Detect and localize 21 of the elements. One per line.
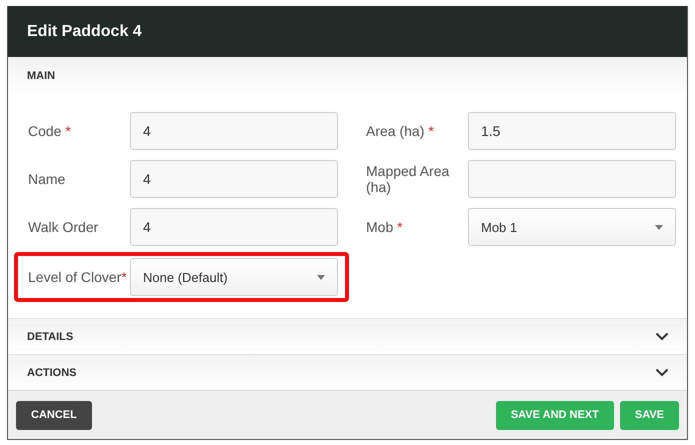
input-field[interactable] xyxy=(468,160,676,198)
field-label: Mob * xyxy=(366,219,404,235)
section-title: DETAILS xyxy=(27,330,74,342)
input-field[interactable]: 4 xyxy=(130,208,338,246)
cancel-button[interactable]: CANCEL xyxy=(16,400,92,430)
field-label: Walk Order xyxy=(28,219,100,235)
dropdown[interactable]: Mob 1 xyxy=(468,208,676,246)
field-label: Name xyxy=(28,171,66,187)
caret-icon xyxy=(317,274,325,280)
input-field[interactable]: 1.5 xyxy=(468,112,676,150)
section-title: ACTIONS xyxy=(27,366,76,378)
field-label: Level of Clover* xyxy=(28,269,128,285)
field-label: Code * xyxy=(28,123,72,139)
caret-icon xyxy=(655,224,663,230)
field-label: Mapped Area (ha) xyxy=(366,163,450,195)
input-field[interactable]: 4 xyxy=(130,160,338,198)
dropdown[interactable]: None (Default) xyxy=(130,258,338,296)
dialog-title: Edit Paddock 4 xyxy=(27,22,142,40)
input-field[interactable]: 4 xyxy=(130,112,338,150)
field-label: Area (ha) * xyxy=(366,123,435,139)
section-title: MAIN xyxy=(27,70,56,82)
